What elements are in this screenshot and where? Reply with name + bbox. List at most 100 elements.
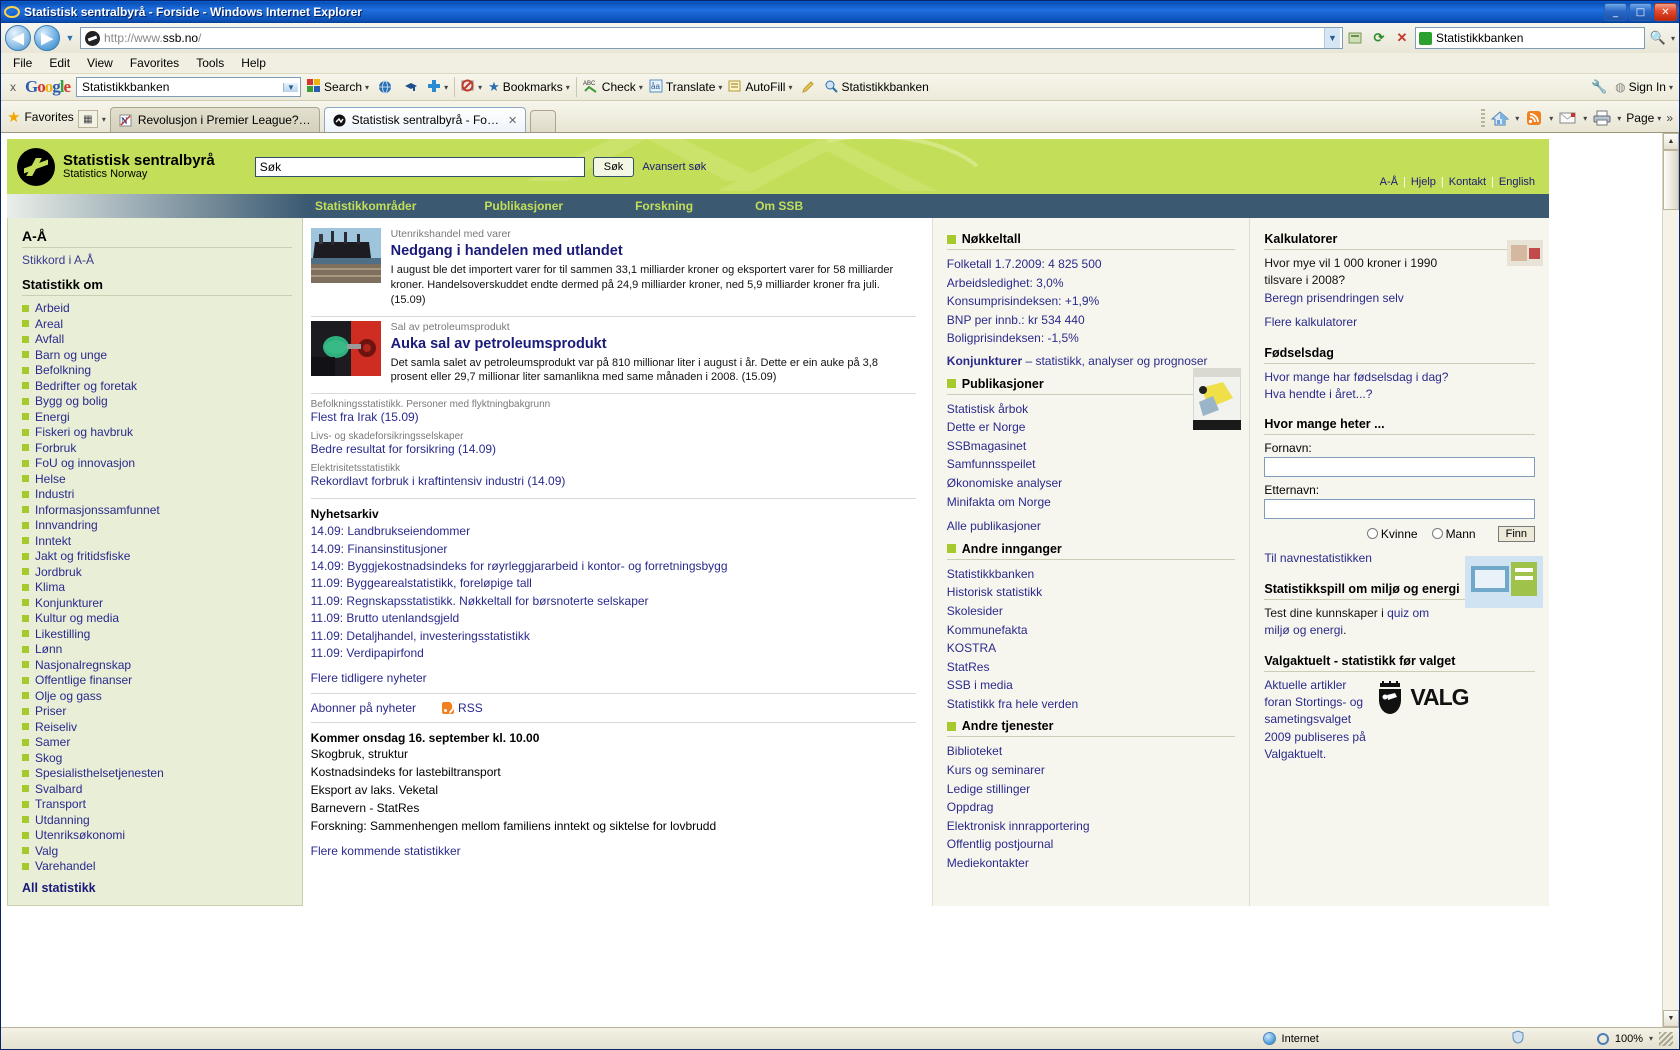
back-button[interactable]: ◀ <box>5 25 31 51</box>
translate-button[interactable]: åa Translate ▾ <box>649 79 722 96</box>
election-text-link[interactable]: Aktuelle artikler foran Stortings- og sa… <box>1264 678 1365 762</box>
google-search-button[interactable]: Search ▾ <box>307 78 369 96</box>
maximize-button[interactable]: □ <box>1629 3 1652 21</box>
more-upcoming-link[interactable]: Flere kommende statistikker <box>311 844 461 858</box>
sidebar-item[interactable]: Utdanning <box>22 813 292 827</box>
sidebar-item[interactable]: Offentlige finanser <box>22 673 292 687</box>
history-dropdown-icon[interactable]: ▼ <box>63 33 77 43</box>
menu-file[interactable]: File <box>13 56 32 70</box>
spellcheck-button[interactable]: ABC Check ▾ <box>583 79 643 96</box>
archive-item[interactable]: 14.09: Byggjekostnadsindeks for røyrlegg… <box>311 558 916 575</box>
other-entry-link[interactable]: Kommunefakta <box>947 621 1236 640</box>
last-name-input[interactable] <box>1264 499 1535 520</box>
sidebar-item[interactable]: Bedrifter og foretak <box>22 379 292 393</box>
resize-grip[interactable] <box>1659 1031 1673 1046</box>
sidebar-item[interactable]: Nasjonalregnskap <box>22 658 292 672</box>
forward-button[interactable]: ▶ <box>34 25 60 51</box>
article-title[interactable]: Auka sal av petroleumsprodukt <box>391 336 916 352</box>
site-search-button[interactable]: Søk <box>592 156 635 177</box>
key-figure-item[interactable]: Arbeidsledighet: 3,0% <box>947 274 1236 293</box>
menu-tools[interactable]: Tools <box>196 56 224 70</box>
tab-premier-league[interactable]: N Revolusjon i Premier League?… <box>109 107 320 132</box>
nav-forskning[interactable]: Forskning <box>635 199 693 213</box>
mail-icon[interactable] <box>1558 108 1578 128</box>
sidebar-item[interactable]: Befolkning <box>22 363 292 377</box>
sidebar-item[interactable]: Energi <box>22 410 292 424</box>
chevron-down-icon[interactable]: ▾ <box>365 83 369 92</box>
other-entry-link[interactable]: Historisk statistikk <box>947 583 1236 602</box>
signin-button[interactable]: ◍ Sign In ▾ <box>1615 80 1673 94</box>
chevron-down-icon[interactable]: ▾ <box>1515 114 1519 123</box>
chevron-down-icon[interactable]: ▾ <box>1583 114 1587 123</box>
sidebar-item[interactable]: Konjunkturer <box>22 596 292 610</box>
menu-help[interactable]: Help <box>241 56 266 70</box>
other-service-link[interactable]: Elektronisk innrapportering <box>947 817 1236 836</box>
archive-item[interactable]: 14.09: Finansinstitusjoner <box>311 541 916 558</box>
sidebar-item[interactable]: Bygg og bolig <box>22 394 292 408</box>
sidebar-item[interactable]: Svalbard <box>22 782 292 796</box>
subscribe-link[interactable]: Abonner på nyheter <box>311 701 416 715</box>
advanced-search-link[interactable]: Avansert søk <box>642 161 706 173</box>
archive-item[interactable]: 11.09: Brutto utenlandsgjeld <box>311 610 916 627</box>
sidebar-item[interactable]: Valg <box>22 844 292 858</box>
nav-om-ssb[interactable]: Om SSB <box>755 199 803 213</box>
sidebar-item[interactable]: FoU og innovasjon <box>22 456 292 470</box>
feature-article-1[interactable]: Utenrikshandel med varer Nedgang i hande… <box>310 224 916 316</box>
sidebar-item[interactable]: Reiseliv <box>22 720 292 734</box>
sidebar-item[interactable]: Informasjonssamfunnet <box>22 503 292 517</box>
publication-link[interactable]: Samfunnsspeilet <box>947 455 1236 474</box>
key-figure-item[interactable]: Boligprisindeksen: -1,5% <box>947 329 1236 348</box>
other-entry-link[interactable]: Statistikkbanken <box>947 565 1236 584</box>
feature-article-2[interactable]: Sal av petroleumsprodukt Auka sal av pet… <box>310 317 916 394</box>
chevron-down-icon[interactable]: ▾ <box>1617 114 1621 123</box>
close-button[interactable]: ✕ <box>1654 3 1677 21</box>
share-plus-button[interactable]: ▾ <box>427 79 448 96</box>
radio-kvinne[interactable]: Kvinne <box>1366 527 1418 541</box>
archive-item[interactable]: 11.09: Detaljhandel, investeringsstatist… <box>311 628 916 645</box>
chevron-down-icon[interactable]: ▾ <box>444 83 448 92</box>
birthday-today-link[interactable]: Hvor mange har fødselsdag i dag? <box>1264 370 1448 384</box>
chevron-down-icon[interactable]: ▾ <box>1657 114 1661 123</box>
scroll-up-button[interactable]: ▲ <box>1663 133 1679 150</box>
sidebar-item[interactable]: Industri <box>22 487 292 501</box>
feeds-icon[interactable] <box>1524 108 1544 128</box>
page-scrollbar[interactable]: ▲ ▼ <box>1662 133 1679 1027</box>
sidebar-item[interactable]: Barn og unge <box>22 348 292 362</box>
link-hjelp[interactable]: Hjelp <box>1411 176 1436 188</box>
chevron-down-icon[interactable]: ▾ <box>788 83 792 92</box>
menu-edit[interactable]: Edit <box>49 56 70 70</box>
find-button[interactable]: Finn <box>1497 526 1535 543</box>
bookmarks-button[interactable]: ★ Bookmarks ▾ <box>488 79 570 95</box>
calculator-link[interactable]: Beregn prisendringen selv <box>1264 291 1403 305</box>
favorites-button[interactable]: ★ Favorites <box>7 108 74 126</box>
archive-item[interactable]: 14.09: Landbrukseiendommer <box>311 523 916 540</box>
sidebar-item[interactable]: Fiskeri og havbruk <box>22 425 292 439</box>
publication-link[interactable]: Statistisk årbok <box>947 400 1236 419</box>
sidebar-item[interactable]: Innvandring <box>22 518 292 532</box>
ssb-logo[interactable]: Statistisk sentralbyrå Statistics Norway <box>17 147 215 186</box>
link-a-aa[interactable]: A-Å <box>1380 176 1398 188</box>
key-figure-item[interactable]: BNP per innb.: kr 534 440 <box>947 311 1236 330</box>
archive-item[interactable]: 11.09: Byggearealstatistikk, foreløpige … <box>311 575 916 592</box>
sidebar-item[interactable]: Inntekt <box>22 534 292 548</box>
sidebar-link-all-statistikk[interactable]: All statistikk <box>22 881 96 895</box>
zoom-dropdown-icon[interactable]: ▾ <box>1649 1034 1653 1043</box>
popup-blocker-button[interactable]: ▾ <box>461 79 482 96</box>
archive-item[interactable]: 11.09: Verdipapirfond <box>311 645 916 662</box>
key-figure-item[interactable]: Folketall 1.7.2009: 4 825 500 <box>947 255 1236 274</box>
more-news-link[interactable]: Flere tidligere nyheter <box>311 671 427 685</box>
refresh-icon[interactable]: ⟳ <box>1369 28 1389 48</box>
sidebar-item[interactable]: Arbeid <box>22 301 292 315</box>
first-name-input[interactable] <box>1264 457 1535 478</box>
brief-link[interactable]: Bedre resultat for forsikring (14.09) <box>311 442 916 456</box>
chevron-down-icon[interactable]: ▾ <box>639 83 643 92</box>
search-icon[interactable]: 🔍 <box>1648 28 1668 48</box>
google-search-dropdown-icon[interactable]: ▼ <box>283 82 299 92</box>
autofill-button[interactable]: AutoFill ▾ <box>728 79 792 96</box>
new-tab-button[interactable] <box>530 110 557 132</box>
brief-item[interactable]: Befolkningsstatistikk. Personer med flyk… <box>311 394 916 426</box>
sidebar-item[interactable]: Varehandel <box>22 859 292 873</box>
other-entry-link[interactable]: Statistikk fra hele verden <box>947 695 1236 714</box>
publication-link[interactable]: Økonomiske analyser <box>947 474 1236 493</box>
chevron-down-icon[interactable]: ▾ <box>1549 114 1553 123</box>
